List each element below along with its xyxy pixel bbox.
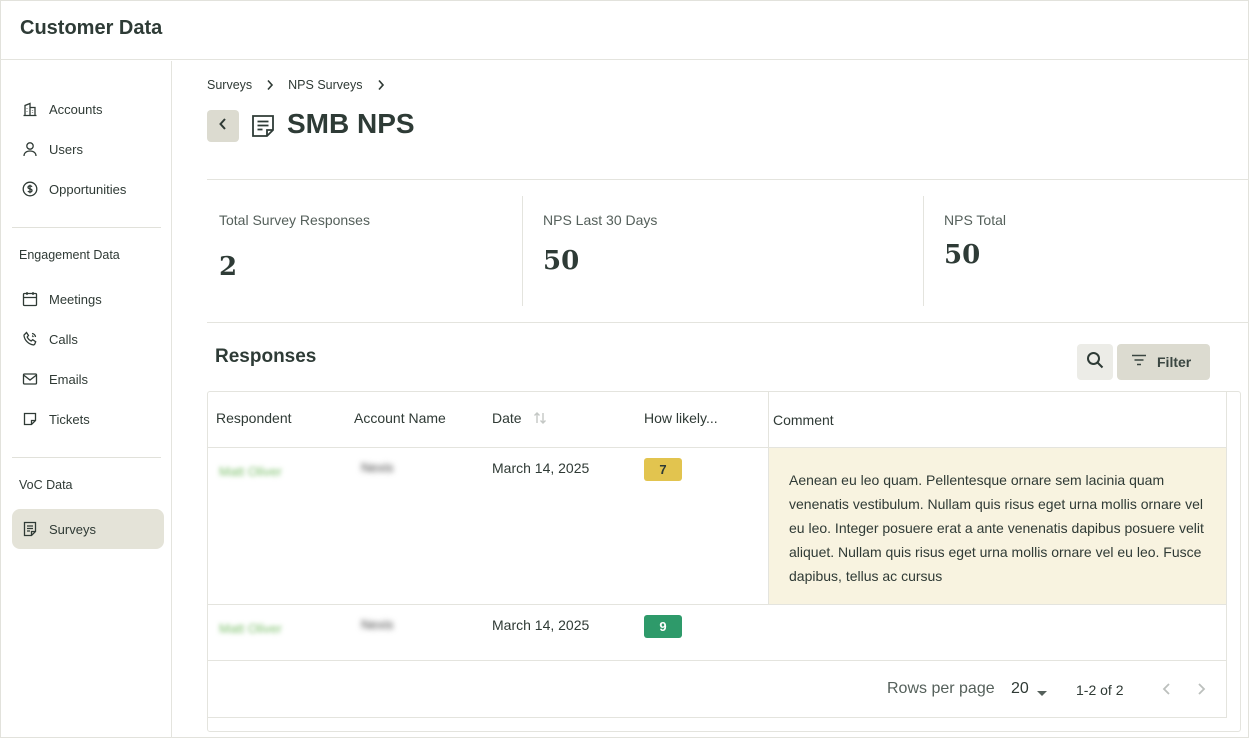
rows-per-page-select[interactable]: 20 <box>1011 680 1029 698</box>
table-pagination: Rows per page 20 1-2 of 2 <box>208 661 1226 718</box>
respondent-link[interactable]: Matt Oliver <box>219 464 282 479</box>
sidebar-item-label: Users <box>49 141 83 157</box>
column-header-account-name[interactable]: Account Name <box>354 410 446 426</box>
table-scrollbar[interactable] <box>1226 392 1240 718</box>
next-page-button[interactable] <box>1193 681 1209 697</box>
sidebar-divider <box>12 227 161 228</box>
chevron-left-icon <box>1159 683 1175 701</box>
column-header-date[interactable]: Date <box>492 410 547 428</box>
sidebar-item-calls[interactable]: Calls <box>12 319 164 359</box>
back-button[interactable] <box>207 110 239 142</box>
sidebar-item-accounts[interactable]: Accounts <box>12 89 164 129</box>
survey-icon <box>22 521 38 537</box>
previous-page-button[interactable] <box>1159 681 1175 697</box>
caret-down-icon[interactable] <box>1037 684 1047 702</box>
sidebar-divider <box>12 457 161 458</box>
filter-icon <box>1131 353 1147 371</box>
chevron-left-icon <box>218 117 228 136</box>
pagination-range: 1-2 of 2 <box>1076 682 1124 698</box>
sort-icon <box>533 411 547 428</box>
column-header-comment-cell: Comment <box>768 392 1226 448</box>
sidebar-item-label: Surveys <box>49 521 96 537</box>
stat-label-nps-30-days: NPS Last 30 Days <box>543 212 658 228</box>
score-badge: 9 <box>644 615 682 638</box>
sidebar-section-voc: VoC Data <box>19 478 73 492</box>
user-icon <box>22 141 38 157</box>
page-title: SMB NPS <box>287 108 415 139</box>
column-header-comment[interactable]: Comment <box>773 412 834 428</box>
filter-label: Filter <box>1157 354 1192 370</box>
account-name: Nexis <box>361 460 394 475</box>
sidebar-item-emails[interactable]: Emails <box>12 359 164 399</box>
dollar-circle-icon <box>22 181 38 197</box>
responses-title: Responses <box>215 346 317 367</box>
sidebar-item-label: Accounts <box>49 101 103 117</box>
stat-label-nps-total: NPS Total <box>944 212 1006 228</box>
sidebar-item-opportunities[interactable]: Opportunities <box>12 169 164 209</box>
divider <box>207 322 1249 323</box>
respondent-link[interactable]: Matt Oliver <box>219 621 282 636</box>
chevron-right-icon <box>1193 683 1209 701</box>
table-row[interactable]: Matt Oliver Nexis March 14, 2025 9 <box>208 605 1226 661</box>
filter-button[interactable]: Filter <box>1117 344 1210 380</box>
sidebar-item-label: Meetings <box>49 291 102 307</box>
stat-value-nps-30-days: 50 <box>543 246 580 276</box>
calendar-icon <box>22 291 38 307</box>
sidebar-item-label: Calls <box>49 331 78 347</box>
column-header-how-likely[interactable]: How likely... <box>644 410 718 426</box>
top-bar: Customer Data <box>0 0 1249 60</box>
sidebar-section-engagement: Engagement Data <box>19 248 120 262</box>
breadcrumb-item-nps-surveys[interactable]: NPS Surveys <box>288 78 362 92</box>
stat-value-total-responses: 2 <box>219 252 238 282</box>
chevron-right-icon <box>266 79 274 91</box>
account-name: Nexis <box>361 617 394 632</box>
sidebar: Accounts Users Opportunities Engagement … <box>0 61 172 738</box>
breadcrumb: Surveys NPS Surveys <box>207 78 399 92</box>
search-button[interactable] <box>1077 344 1113 380</box>
divider <box>207 179 1249 180</box>
sidebar-item-label: Emails <box>49 371 89 387</box>
stat-divider <box>522 196 523 306</box>
sidebar-item-label: Tickets <box>49 411 90 427</box>
column-header-label: Date <box>492 410 522 426</box>
table-row[interactable]: Matt Oliver Nexis March 14, 2025 7 Aenea… <box>208 448 1226 605</box>
chevron-right-icon <box>377 79 385 91</box>
survey-icon <box>250 113 276 144</box>
responses-table: Respondent Account Name Date How likely.… <box>207 391 1241 732</box>
sidebar-item-label: Opportunities <box>49 181 127 197</box>
sidebar-item-meetings[interactable]: Meetings <box>12 279 164 319</box>
column-header-respondent[interactable]: Respondent <box>216 410 292 426</box>
response-date: March 14, 2025 <box>492 460 590 476</box>
stat-value-nps-total: 50 <box>944 240 981 270</box>
sidebar-item-tickets[interactable]: Tickets <box>12 399 164 439</box>
breadcrumb-item-surveys[interactable]: Surveys <box>207 78 252 92</box>
score-badge: 7 <box>644 458 682 481</box>
sidebar-item-users[interactable]: Users <box>12 129 164 169</box>
comment-text: Aenean eu leo quam. Pellentesque ornare … <box>768 448 1226 604</box>
response-date: March 14, 2025 <box>492 617 590 633</box>
ticket-icon <box>22 411 38 427</box>
table-header: Respondent Account Name Date How likely.… <box>208 392 1226 448</box>
rows-per-page-label: Rows per page <box>887 680 995 697</box>
building-icon <box>22 101 38 117</box>
search-icon <box>1086 351 1104 374</box>
stat-label-total-responses: Total Survey Responses <box>219 212 370 228</box>
phone-icon <box>22 331 38 347</box>
app-title: Customer Data <box>20 17 163 39</box>
stat-divider <box>923 196 924 306</box>
sidebar-item-surveys[interactable]: Surveys <box>12 509 164 549</box>
mail-icon <box>22 371 38 387</box>
